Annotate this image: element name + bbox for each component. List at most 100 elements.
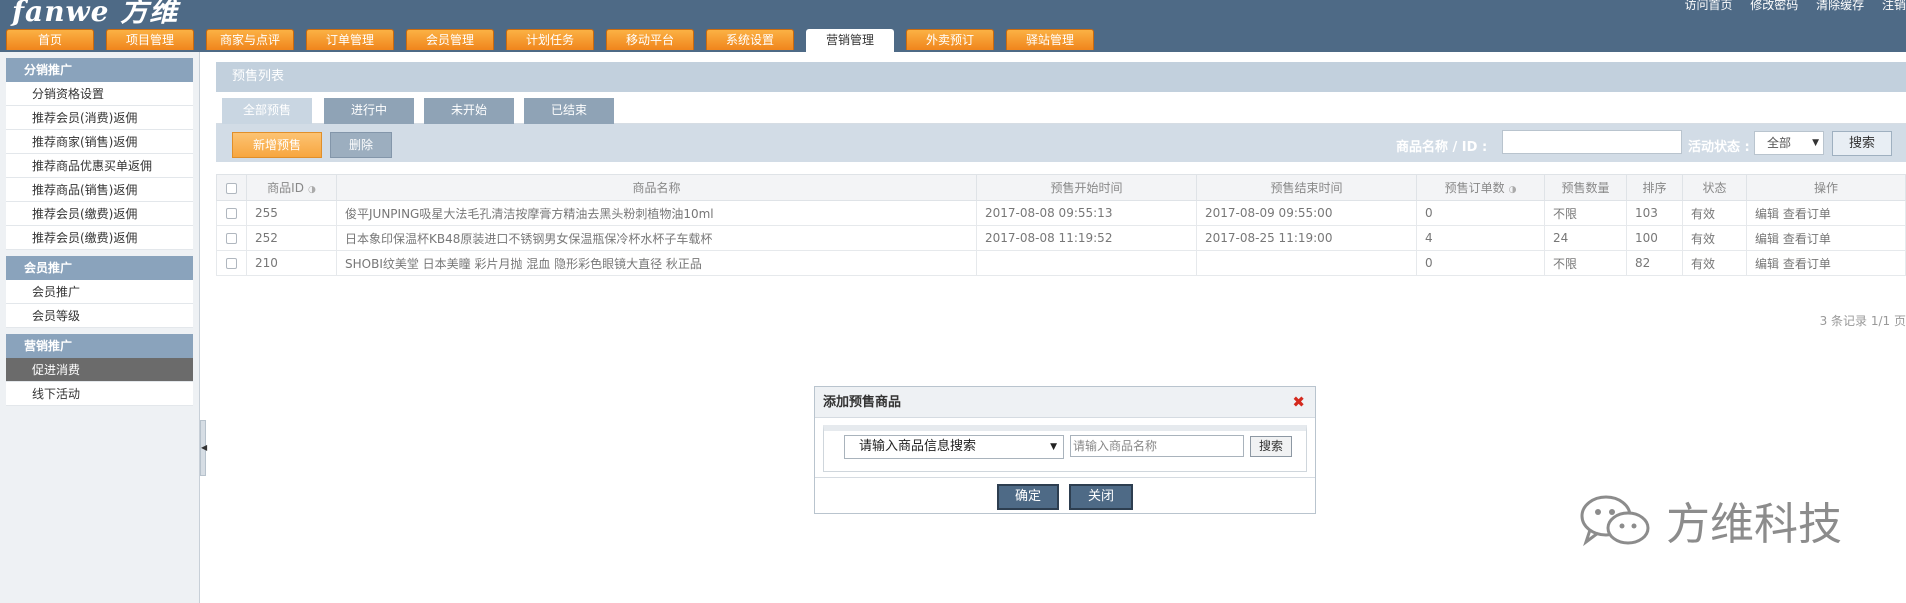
sidebar-item[interactable]: 推荐商品优惠买单返佣: [6, 154, 193, 178]
column-header-start: 预售开始时间: [976, 174, 1197, 201]
top-links: 访问首页 修改密码 清除缓存 注销: [1670, 0, 1906, 13]
tab-not-started[interactable]: 未开始: [424, 98, 514, 124]
product-name-input[interactable]: 请输入商品名称: [1070, 435, 1244, 457]
add-presale-button[interactable]: 新增预售: [232, 132, 322, 158]
name-id-label: 商品名称 / ID :: [1396, 140, 1488, 155]
cell-sort: 82: [1626, 250, 1683, 276]
nav-tab-mobile[interactable]: 移动平台: [606, 29, 694, 50]
sidebar-item[interactable]: 线下活动: [6, 382, 193, 406]
watermark-text: 方维科技: [1666, 499, 1842, 550]
sidebar-item-active[interactable]: 促进消费: [6, 358, 193, 382]
cell-status: 有效: [1682, 225, 1747, 251]
section-title: 预售列表: [216, 62, 1906, 92]
name-id-input[interactable]: [1502, 130, 1682, 154]
table-row: 252 日本象印保温杯KB48原装进口不锈钢男女保温瓶保冷杯水杯子车载杯 201…: [216, 225, 1906, 251]
sidebar-item[interactable]: 会员推广: [6, 280, 193, 304]
tab-in-progress[interactable]: 进行中: [324, 98, 414, 124]
sidebar-item[interactable]: 推荐会员(缴费)返佣: [6, 226, 193, 250]
sidebar-group-title[interactable]: 分销推广: [6, 58, 193, 82]
nav-tab-orders[interactable]: 订单管理: [306, 29, 394, 50]
column-header-end: 预售结束时间: [1196, 174, 1417, 201]
dialog-search-button[interactable]: 搜索: [1250, 436, 1292, 457]
sidebar-item[interactable]: 推荐会员(消费)返佣: [6, 106, 193, 130]
nav-tab-members[interactable]: 会员管理: [406, 29, 494, 50]
status-label: 活动状态 :: [1688, 140, 1750, 155]
column-header-actions: 操作: [1746, 174, 1906, 201]
sidebar-item[interactable]: 推荐商品(销售)返佣: [6, 178, 193, 202]
brand-logo[interactable]: fanwe 方维: [12, 0, 178, 30]
nav-tab-marketing[interactable]: 营销管理: [806, 29, 894, 52]
column-header-id[interactable]: 商品ID ◑: [246, 174, 337, 201]
cell-orders: 0: [1416, 200, 1545, 226]
nav-tab-home[interactable]: 首页: [6, 29, 94, 50]
select-all-column[interactable]: [216, 174, 247, 201]
edit-link[interactable]: 编辑: [1755, 257, 1779, 271]
nav-tab-tasks[interactable]: 计划任务: [506, 29, 594, 50]
confirm-button[interactable]: 确定: [997, 484, 1059, 510]
dialog-footer: 确定 关闭: [815, 477, 1315, 515]
nav-tab-merchants[interactable]: 商家与点评: [206, 29, 294, 50]
view-orders-link[interactable]: 查看订单: [1783, 207, 1831, 221]
tab-ended[interactable]: 已结束: [524, 98, 614, 124]
sidebar-item[interactable]: 推荐会员(缴费)返佣: [6, 202, 193, 226]
delete-button[interactable]: 删除: [330, 132, 392, 158]
column-header-label: 商品ID: [267, 181, 304, 195]
sidebar-item[interactable]: 分销资格设置: [6, 82, 193, 106]
status-select-value: 全部: [1767, 136, 1792, 150]
watermark: 方维科技: [1576, 490, 1842, 550]
link-change-password[interactable]: 修改密码: [1750, 0, 1798, 12]
wechat-icon: [1580, 495, 1650, 547]
main-nav: 首页 项目管理 商家与点评 订单管理 会员管理 计划任务 移动平台 系统设置 营…: [6, 29, 1106, 52]
cell-actions: 编辑 查看订单: [1746, 225, 1906, 251]
nav-tab-settings[interactable]: 系统设置: [706, 29, 794, 50]
sidebar-collapse-handle[interactable]: ◀: [200, 420, 208, 476]
sidebar-item[interactable]: 推荐商家(销售)返佣: [6, 130, 193, 154]
tab-all-presale[interactable]: 全部预售: [222, 98, 312, 124]
cell-actions: 编辑 查看订单: [1746, 200, 1906, 226]
cell-sort: 103: [1626, 200, 1683, 226]
view-orders-link[interactable]: 查看订单: [1783, 232, 1831, 246]
column-header-orders[interactable]: 预售订单数 ◑: [1416, 174, 1545, 201]
toolbar: 新增预售 删除 商品名称 / ID : 活动状态 : 全部 ▼ 搜索: [216, 124, 1906, 162]
close-button[interactable]: 关闭: [1069, 484, 1133, 510]
edit-link[interactable]: 编辑: [1755, 232, 1779, 246]
select-all-checkbox[interactable]: [226, 182, 237, 194]
sidebar-group-distribution: 分销推广 分销资格设置 推荐会员(消费)返佣 推荐商家(销售)返佣 推荐商品优惠…: [6, 58, 193, 250]
triangle-left-icon: ◀: [201, 443, 208, 452]
row-checkbox[interactable]: [226, 258, 237, 269]
search-type-select[interactable]: 请输入商品信息搜索 ▼: [844, 435, 1064, 459]
status-select[interactable]: 全部 ▼: [1754, 131, 1824, 155]
row-select-cell: [216, 250, 247, 276]
cell-orders: 4: [1416, 225, 1545, 251]
filter-tabs: 全部预售 进行中 未开始 已结束: [216, 92, 1906, 124]
sidebar-item[interactable]: 会员等级: [6, 304, 193, 328]
sort-icon[interactable]: ◑: [308, 185, 316, 195]
nav-tab-projects[interactable]: 项目管理: [106, 29, 194, 50]
cell-end: 2017-08-09 09:55:00: [1196, 200, 1417, 226]
dialog-search-row: 请输入商品信息搜索 ▼ 请输入商品名称 搜索: [823, 425, 1307, 472]
view-orders-link[interactable]: 查看订单: [1783, 257, 1831, 271]
table-row: 210 SHOBI纹美堂 日本美瞳 彩片月抛 混血 隐形彩色眼镜大直径 秋正品 …: [216, 250, 1906, 276]
search-button[interactable]: 搜索: [1832, 131, 1892, 156]
cell-start: 2017-08-08 11:19:52: [976, 225, 1197, 251]
link-visit-home[interactable]: 访问首页: [1684, 0, 1732, 12]
cell-orders: 0: [1416, 250, 1545, 276]
cell-name: 日本象印保温杯KB48原装进口不锈钢男女保温瓶保冷杯水杯子车载杯: [336, 225, 977, 251]
sidebar-group-title[interactable]: 会员推广: [6, 256, 193, 280]
row-checkbox[interactable]: [226, 233, 237, 244]
nav-tab-takeout[interactable]: 外卖预订: [906, 29, 994, 50]
cell-id: 255: [246, 200, 337, 226]
nav-tab-stations[interactable]: 驿站管理: [1006, 29, 1094, 50]
row-checkbox[interactable]: [226, 208, 237, 219]
presale-table: 商品ID ◑ 商品名称 预售开始时间 预售结束时间 预售订单数 ◑ 预售数量 排序 …: [216, 174, 1906, 276]
cell-status: 有效: [1682, 250, 1747, 276]
link-logout[interactable]: 注销: [1882, 0, 1906, 12]
edit-link[interactable]: 编辑: [1755, 207, 1779, 221]
link-clear-cache[interactable]: 清除缓存: [1816, 0, 1864, 12]
cell-start: [976, 250, 1197, 276]
table-row: 255 俊平JUNPING吸星大法毛孔清洁按摩膏方精油去黑头粉刺植物油10ml …: [216, 200, 1906, 226]
sidebar-group-title[interactable]: 营销推广: [6, 334, 193, 358]
sort-icon[interactable]: ◑: [1509, 185, 1517, 195]
close-icon[interactable]: ✖: [1292, 387, 1305, 418]
row-select-cell: [216, 200, 247, 226]
